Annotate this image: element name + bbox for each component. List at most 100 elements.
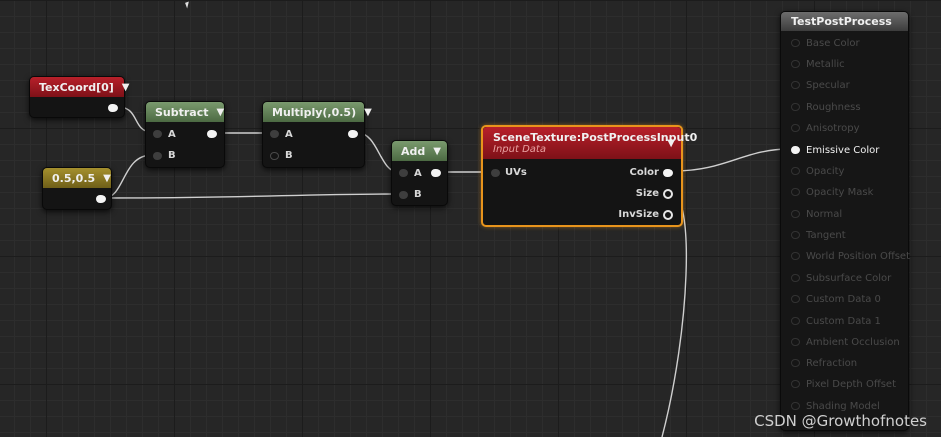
input-pin[interactable] <box>791 188 800 196</box>
result-input-opacity-mask[interactable]: Opacity Mask <box>791 185 873 199</box>
input-label: Specular <box>806 79 850 91</box>
input-label: Metallic <box>806 58 845 70</box>
result-input-custom-data-1[interactable]: Custom Data 1 <box>791 314 881 328</box>
scenetexture-size-label: Size <box>635 188 659 199</box>
multiply-node[interactable]: Multiply(,0.5) ▼ A B <box>262 101 372 168</box>
result-input-refraction[interactable]: Refraction <box>791 356 857 370</box>
multiply-input-b-label: B <box>285 150 293 161</box>
input-pin[interactable] <box>791 124 800 132</box>
constant-node[interactable]: 0.5,0.5 ▼ <box>42 167 112 210</box>
add-node[interactable]: Add ▼ A B <box>391 140 448 206</box>
input-pin[interactable] <box>791 359 800 367</box>
result-input-base-color[interactable]: Base Color <box>791 36 860 50</box>
texcoord-output-pin[interactable] <box>108 104 118 112</box>
input-pin[interactable] <box>791 338 800 346</box>
multiply-input-a-label: A <box>285 129 293 140</box>
input-label: World Position Offset <box>806 250 910 262</box>
input-pin[interactable] <box>791 146 800 154</box>
input-pin[interactable] <box>791 81 800 89</box>
input-pin[interactable] <box>791 252 800 260</box>
subtract-node[interactable]: Subtract ▼ A B <box>145 101 225 168</box>
subtract-input-a-pin[interactable] <box>153 130 162 138</box>
input-pin[interactable] <box>791 60 800 68</box>
result-input-specular[interactable]: Specular <box>791 78 850 92</box>
input-pin[interactable] <box>791 167 800 175</box>
multiply-header[interactable]: Multiply(,0.5) ▼ <box>263 102 372 122</box>
input-pin[interactable] <box>791 317 800 325</box>
result-input-opacity[interactable]: Opacity <box>791 164 844 178</box>
result-input-shading-model[interactable]: Shading Model <box>791 399 880 413</box>
input-label: Base Color <box>806 37 860 49</box>
add-input-b-pin[interactable] <box>399 191 408 199</box>
result-input-ambient-occlusion[interactable]: Ambient Occlusion <box>791 335 900 349</box>
scenetexture-size-pin[interactable] <box>663 189 673 199</box>
result-input-tangent[interactable]: Tangent <box>791 228 846 242</box>
input-label: Tangent <box>806 229 846 241</box>
input-pin[interactable] <box>791 210 800 218</box>
result-header[interactable]: TestPostProcess <box>781 12 908 31</box>
subtract-input-b-label: B <box>168 150 176 161</box>
scenetexture-header[interactable]: SceneTexture:PostProcessInput0 Input Dat… <box>483 127 697 159</box>
input-label: Ambient Occlusion <box>806 336 900 348</box>
add-input-a-pin[interactable] <box>399 169 408 177</box>
input-pin[interactable] <box>791 295 800 303</box>
texcoord-header[interactable]: TexCoord[0] ▼ <box>30 77 130 97</box>
constant-header[interactable]: 0.5,0.5 ▼ <box>43 168 111 188</box>
scenetexture-uvs-pin[interactable] <box>491 169 500 177</box>
wire-color-to-emissive <box>674 148 790 172</box>
chevron-down-icon[interactable]: ▼ <box>433 146 441 157</box>
result-input-normal[interactable]: Normal <box>791 207 842 221</box>
result-input-anisotropy[interactable]: Anisotropy <box>791 121 859 135</box>
add-output-pin[interactable] <box>431 169 441 177</box>
add-input-b-label: B <box>414 189 422 200</box>
result-input-emissive-color[interactable]: Emissive Color <box>791 143 879 157</box>
add-input-a-label: A <box>414 168 422 179</box>
input-pin[interactable] <box>791 380 800 388</box>
scenetexture-invsize-pin[interactable] <box>663 210 673 220</box>
scenetexture-invsize-label: InvSize <box>618 209 659 220</box>
chevron-down-icon[interactable]: ▼ <box>217 107 225 118</box>
result-input-subsurface-color[interactable]: Subsurface Color <box>791 271 891 285</box>
add-header[interactable]: Add ▼ <box>392 141 447 161</box>
multiply-input-a-pin[interactable] <box>270 130 279 138</box>
input-label: Subsurface Color <box>806 272 892 284</box>
result-input-metallic[interactable]: Metallic <box>791 57 845 71</box>
multiply-input-b-pin[interactable] <box>270 152 279 160</box>
chevron-down-icon[interactable]: ▼ <box>667 138 675 149</box>
scenetexture-uvs-label: UVs <box>505 167 527 178</box>
result-input-world-position-offset[interactable]: World Position Offset <box>791 249 910 263</box>
scenetexture-color-label: Color <box>629 167 659 178</box>
input-pin[interactable] <box>791 39 800 47</box>
material-graph-canvas[interactable]: { "nodes": { "texcoord": { "title": "Tex… <box>0 0 941 437</box>
input-label: Refraction <box>806 357 858 369</box>
input-label: Pixel Depth Offset <box>806 378 896 390</box>
subtract-title: Subtract <box>155 105 209 119</box>
input-pin[interactable] <box>791 402 800 410</box>
result-input-custom-data-0[interactable]: Custom Data 0 <box>791 292 881 306</box>
constant-output-pin[interactable] <box>96 195 106 203</box>
scenetexture-node[interactable]: SceneTexture:PostProcessInput0 Input Dat… <box>481 125 697 227</box>
multiply-output-pin[interactable] <box>348 130 358 138</box>
wire-constant-to-add <box>103 193 399 199</box>
result-input-pixel-depth-offset[interactable]: Pixel Depth Offset <box>791 377 896 391</box>
scenetexture-color-pin[interactable] <box>663 169 673 177</box>
material-result-node[interactable]: TestPostProcess Base Color Metallic Spec… <box>780 11 910 431</box>
constant-title: 0.5,0.5 <box>52 171 96 185</box>
chevron-down-icon[interactable]: ▼ <box>364 107 372 118</box>
chevron-down-icon[interactable]: ▼ <box>122 82 130 93</box>
input-pin[interactable] <box>791 274 800 282</box>
input-label: Roughness <box>806 101 861 113</box>
texcoord-node[interactable]: TexCoord[0] ▼ <box>29 76 130 118</box>
input-pin[interactable] <box>791 103 800 111</box>
input-label: Custom Data 1 <box>806 315 881 327</box>
multiply-title: Multiply(,0.5) <box>272 105 357 119</box>
subtract-header[interactable]: Subtract ▼ <box>146 102 224 122</box>
chevron-down-icon[interactable]: ▼ <box>103 173 111 184</box>
input-pin[interactable] <box>791 231 800 239</box>
input-label: Normal <box>806 208 843 220</box>
subtract-output-pin[interactable] <box>207 130 217 138</box>
subtract-input-b-pin[interactable] <box>153 152 162 160</box>
result-input-roughness[interactable]: Roughness <box>791 100 861 114</box>
subtract-input-a-label: A <box>168 129 176 140</box>
wire-size-downstream <box>661 192 688 437</box>
